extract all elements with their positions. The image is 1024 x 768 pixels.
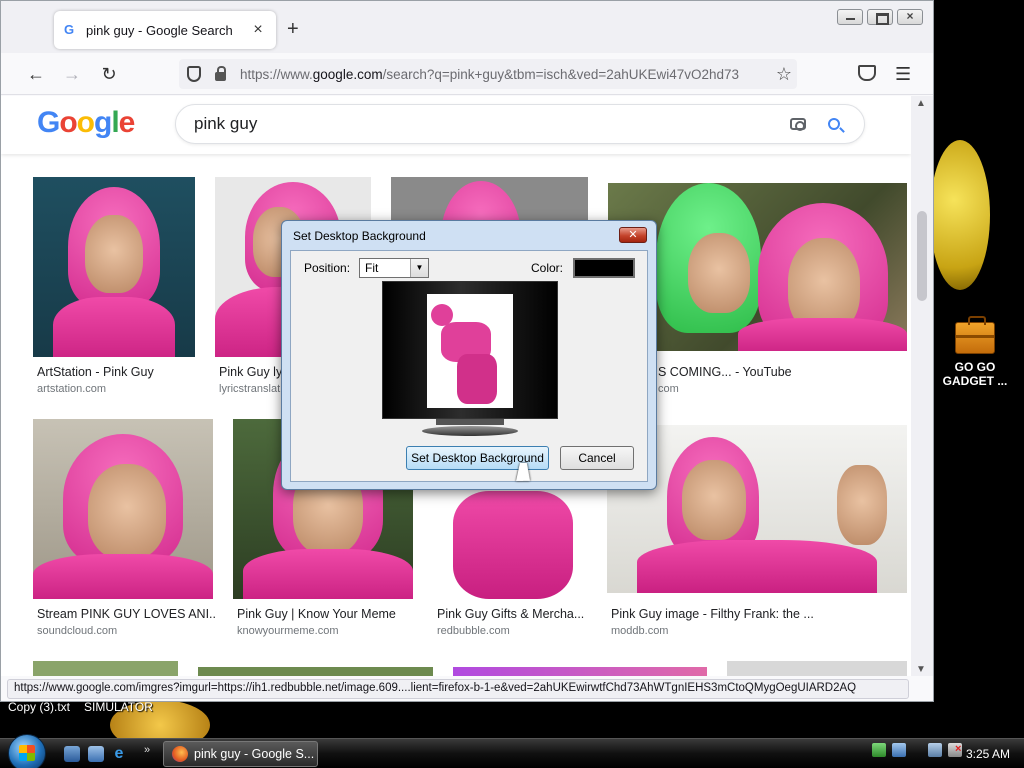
search-box[interactable]: pink guy	[175, 104, 865, 144]
position-select[interactable]: Fit ▼	[359, 258, 429, 278]
result-source: com	[658, 383, 679, 395]
shield-icon[interactable]	[187, 66, 201, 82]
hamburger-menu-icon[interactable]: ☰	[895, 65, 911, 83]
result-title[interactable]: S COMING... - YouTube	[658, 365, 908, 379]
google-favicon-icon: G	[64, 22, 75, 37]
start-button[interactable]	[8, 734, 46, 768]
image-result-thumb[interactable]	[727, 661, 907, 676]
close-window-button[interactable]: ×	[897, 9, 923, 25]
search-icon[interactable]	[828, 118, 840, 130]
bookmark-star-icon[interactable]: ☆	[771, 64, 797, 85]
google-header: Google pink guy	[1, 96, 911, 154]
scrollbar-thumb[interactable]	[917, 211, 927, 301]
cancel-button[interactable]: Cancel	[560, 446, 634, 470]
clock[interactable]: 3:25 AM	[966, 747, 1010, 761]
result-source: moddb.com	[611, 625, 669, 637]
position-value: Fit	[365, 261, 379, 275]
display-icon[interactable]	[928, 743, 942, 757]
google-logo[interactable]: Google	[37, 106, 136, 140]
forward-button[interactable]: →	[61, 63, 83, 85]
image-result-thumb[interactable]	[33, 661, 178, 676]
reload-button[interactable]: ↻	[98, 63, 120, 85]
briefcase-icon	[955, 316, 995, 354]
monitor-screen	[382, 281, 558, 419]
taskbar: e » pink guy - Google S... 3:25 AM	[0, 734, 1024, 768]
logo-letter: g	[94, 106, 112, 139]
monitor-base	[422, 426, 518, 436]
color-picker-button[interactable]	[573, 258, 635, 278]
desktop-file-simulator[interactable]: SIMULATOR	[84, 700, 153, 714]
nav-bar: ← → ↻ https://www.google.com/search?q=pi…	[1, 53, 933, 95]
result-source: lyricstranslat	[219, 383, 281, 395]
quick-launch-more-icon[interactable]: »	[144, 744, 150, 756]
network-status-icon[interactable]	[892, 743, 906, 757]
result-source: soundcloud.com	[37, 625, 118, 637]
logo-letter: o	[76, 106, 95, 139]
monitor-preview	[382, 281, 558, 436]
lock-icon[interactable]	[215, 66, 226, 81]
image-result-thumb[interactable]	[198, 667, 433, 676]
tab-title: pink guy - Google Search	[86, 22, 233, 38]
switch-windows-icon[interactable]	[88, 746, 104, 762]
result-title[interactable]: ArtStation - Pink Guy	[37, 365, 197, 379]
result-title[interactable]: Stream PINK GUY LOVES ANI...	[37, 607, 217, 621]
desktop-icon-go-go-gadget[interactable]: GO GO GADGET ...	[942, 316, 1008, 388]
logo-letter: G	[37, 106, 60, 139]
volume-muted-icon[interactable]	[948, 743, 962, 757]
chevron-down-icon[interactable]: ▼	[410, 259, 428, 277]
back-button[interactable]: ←	[25, 63, 47, 85]
result-source: artstation.com	[37, 383, 107, 395]
dialog-close-button[interactable]: ✕	[619, 227, 647, 243]
firefox-icon	[172, 746, 188, 762]
image-result-thumb[interactable]	[453, 667, 707, 676]
desktop-file-copy-txt[interactable]: Copy (3).txt	[8, 700, 70, 714]
logo-letter: e	[118, 106, 136, 139]
internet-explorer-icon[interactable]: e	[111, 746, 127, 762]
wallpaper-shape	[930, 140, 990, 290]
search-input[interactable]: pink guy	[194, 114, 790, 134]
camera-icon[interactable]	[790, 118, 806, 131]
pocket-icon[interactable]	[858, 65, 876, 81]
link-status-bar: https://www.google.com/imgres?imgurl=htt…	[7, 679, 909, 699]
show-desktop-icon[interactable]	[64, 746, 80, 762]
result-title[interactable]: Pink Guy image - Filthy Frank: the ...	[611, 607, 901, 621]
logo-letter: l	[111, 106, 119, 139]
preview-image	[427, 294, 513, 408]
system-tray	[872, 743, 962, 757]
taskbar-button-label: pink guy - Google S...	[194, 747, 315, 761]
result-title[interactable]: Pink Guy Gifts & Mercha...	[437, 607, 587, 621]
result-title[interactable]: Pink Guy lyr	[219, 365, 283, 379]
result-source: knowyourmeme.com	[237, 625, 339, 637]
url-text[interactable]: https://www.google.com/search?q=pink+guy…	[240, 67, 771, 82]
set-desktop-background-dialog: Set Desktop Background ✕ Position: Fit ▼…	[281, 220, 657, 490]
url-bar[interactable]: https://www.google.com/search?q=pink+guy…	[179, 59, 797, 89]
position-label: Position:	[304, 261, 351, 275]
result-title[interactable]: Pink Guy | Know Your Meme	[237, 607, 417, 621]
scroll-down-icon[interactable]: ▼	[916, 664, 926, 675]
new-tab-button[interactable]: +	[287, 19, 299, 39]
network-icon[interactable]	[872, 743, 886, 757]
mouse-cursor-icon	[516, 463, 534, 481]
tab-close-icon[interactable]: ×	[250, 21, 266, 39]
image-result-thumb[interactable]	[433, 491, 587, 599]
dialog-title: Set Desktop Background	[293, 229, 426, 243]
tab-bar: G pink guy - Google Search × + ×	[1, 1, 933, 53]
image-result-thumb[interactable]	[33, 177, 195, 357]
scroll-up-icon[interactable]: ▲	[916, 98, 926, 109]
image-result-thumb[interactable]	[33, 419, 213, 599]
page-scrollbar[interactable]: ▲ ▼	[911, 96, 933, 676]
minimize-button[interactable]	[837, 9, 863, 25]
result-source: redbubble.com	[437, 625, 510, 637]
window-controls: ×	[837, 9, 923, 25]
maximize-button[interactable]	[867, 9, 893, 25]
logo-letter: o	[59, 106, 77, 139]
desktop-icon-label: GO GO GADGET ...	[942, 360, 1008, 388]
monitor-stand	[436, 419, 504, 425]
dialog-body: Position: Fit ▼ Color: Set Desktop Backg…	[290, 250, 648, 482]
taskbar-firefox-button[interactable]: pink guy - Google S...	[163, 741, 318, 767]
tab-google-search[interactable]: G pink guy - Google Search ×	[54, 11, 276, 49]
color-label: Color:	[531, 261, 564, 275]
